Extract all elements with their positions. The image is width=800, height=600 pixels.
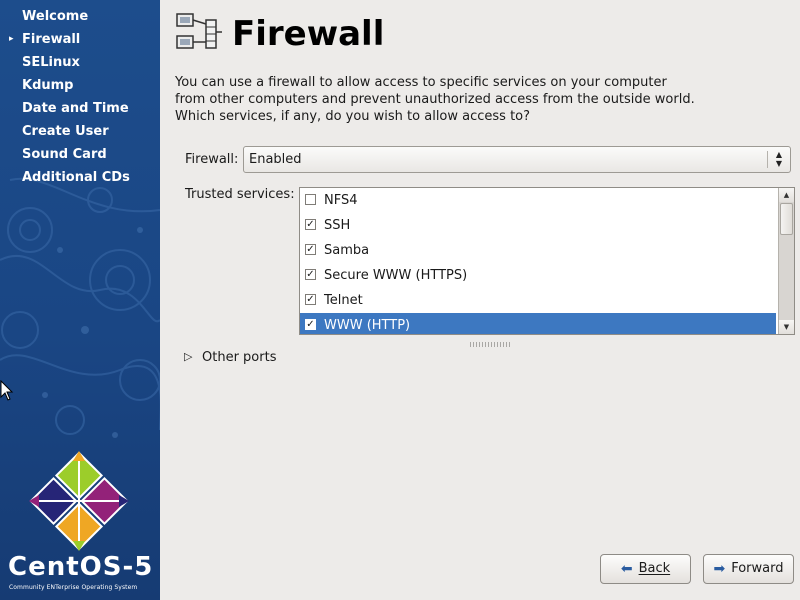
services-scrollbar[interactable]: ▲ ▼ — [778, 188, 794, 334]
sidebar-item-label: Kdump — [22, 78, 74, 93]
sidebar-item-date-and-time: Date and Time — [0, 97, 160, 120]
combobox-separator — [767, 151, 768, 168]
scroll-down-icon[interactable]: ▼ — [779, 320, 794, 334]
sidebar-item-sound-card: Sound Card — [0, 143, 160, 166]
service-row-http[interactable]: ✓ WWW (HTTP) — [300, 313, 776, 334]
sidebar: Welcome ▸ Firewall SELinux Kdump Date and… — [0, 0, 160, 600]
service-label: WWW (HTTP) — [324, 318, 411, 333]
combobox-arrows-icon: ▲ ▼ — [775, 150, 782, 168]
firstboot-window: Welcome ▸ Firewall SELinux Kdump Date and… — [0, 0, 800, 600]
firewall-value: Enabled — [249, 152, 302, 167]
sidebar-item-label: Welcome — [22, 9, 89, 24]
sidebar-item-label: Additional CDs — [22, 170, 130, 185]
service-label: SSH — [324, 218, 351, 233]
other-ports-label: Other ports — [202, 350, 277, 365]
scrollbar-thumb[interactable] — [780, 203, 793, 235]
firewall-combobox[interactable]: Enabled ▲ ▼ — [243, 146, 791, 173]
service-checkbox[interactable]: ✓ — [305, 294, 316, 305]
service-checkbox[interactable]: ✓ — [305, 219, 316, 230]
sidebar-item-label: SELinux — [22, 55, 80, 70]
mouse-pointer-icon — [0, 380, 14, 401]
sidebar-nav: Welcome ▸ Firewall SELinux Kdump Date and… — [0, 5, 160, 189]
sidebar-item-selinux: SELinux — [0, 51, 160, 74]
sidebar-item-label: Firewall — [22, 32, 81, 47]
sidebar-item-label: Date and Time — [22, 101, 129, 116]
service-row-nfs4[interactable]: NFS4 — [300, 188, 776, 213]
service-checkbox[interactable]: ✓ — [305, 269, 316, 280]
back-button[interactable]: ⬅ Back — [600, 554, 691, 584]
scroll-up-icon[interactable]: ▲ — [779, 188, 794, 202]
brand-tagline: Community ENTerprise Operating System — [9, 584, 138, 591]
service-checkbox[interactable] — [305, 194, 316, 205]
service-row-telnet[interactable]: ✓ Telnet — [300, 288, 776, 313]
service-row-ssh[interactable]: ✓ SSH — [300, 213, 776, 238]
forward-button-label: Forward — [731, 561, 784, 576]
main-panel: Firewall You can use a firewall to allow… — [160, 0, 800, 600]
trusted-services-label: Trusted services: — [185, 187, 295, 202]
sidebar-item-firewall: ▸ Firewall — [0, 28, 160, 51]
sidebar-item-label: Create User — [22, 124, 109, 139]
sidebar-item-create-user: Create User — [0, 120, 160, 143]
arrow-left-icon: ⬅ — [620, 561, 633, 577]
brand-wordmark: CentOS-5 — [8, 552, 154, 582]
sidebar-item-welcome: Welcome — [0, 5, 160, 28]
service-label: Telnet — [324, 293, 363, 308]
expander-triangle-icon: ▷ — [184, 350, 193, 363]
service-checkbox[interactable]: ✓ — [305, 244, 316, 255]
service-label: NFS4 — [324, 193, 358, 208]
arrow-right-icon: ➡ — [713, 561, 726, 577]
service-label: Secure WWW (HTTPS) — [324, 268, 468, 283]
service-checkbox[interactable]: ✓ — [305, 319, 316, 330]
resize-grip[interactable] — [470, 342, 510, 347]
service-label: Samba — [324, 243, 370, 258]
current-step-icon: ▸ — [9, 34, 14, 44]
firewall-label: Firewall: — [185, 152, 239, 167]
sidebar-item-label: Sound Card — [22, 147, 107, 162]
forward-button[interactable]: ➡ Forward — [703, 554, 794, 584]
trusted-services-list[interactable]: NFS4 ✓ SSH ✓ Samba ✓ Secure WWW (HTTPS) … — [299, 187, 795, 335]
centos-logo-icon — [29, 451, 129, 551]
back-button-label: Back — [638, 561, 671, 576]
page-title: Firewall — [232, 14, 385, 54]
page-description: You can use a firewall to allow access t… — [175, 75, 695, 124]
service-row-samba[interactable]: ✓ Samba — [300, 238, 776, 263]
service-row-https[interactable]: ✓ Secure WWW (HTTPS) — [300, 263, 776, 288]
sidebar-item-additional-cds: Additional CDs — [0, 166, 160, 189]
network-firewall-icon — [176, 13, 222, 49]
sidebar-item-kdump: Kdump — [0, 74, 160, 97]
